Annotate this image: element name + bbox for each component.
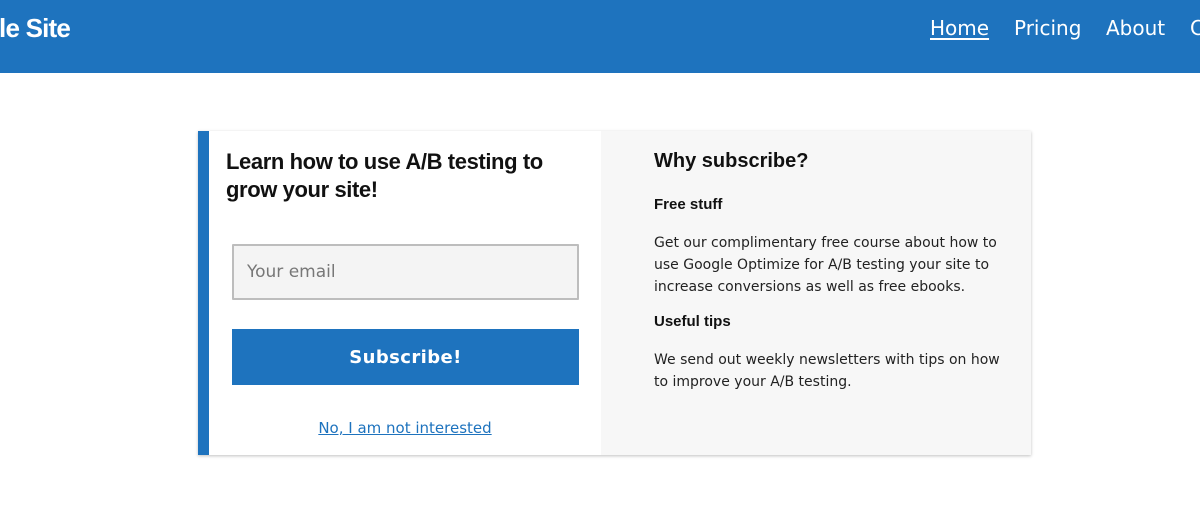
decline-link[interactable]: No, I am not interested xyxy=(209,419,601,437)
benefit-text-free-stuff: Get our complimentary free course about … xyxy=(654,235,997,295)
newsletter-signup-card: Learn how to use A/B testing to grow you… xyxy=(198,131,1031,455)
nav-link-contact[interactable]: C xyxy=(1190,0,1200,57)
site-title[interactable]: ample Site xyxy=(0,10,71,46)
site-header: ample Site Home Pricing About C xyxy=(0,0,1200,73)
signup-form-panel: Learn how to use A/B testing to grow you… xyxy=(209,131,601,455)
benefits-panel: Why subscribe? Free stuff Get our compli… xyxy=(601,131,1031,455)
card-accent-bar xyxy=(198,131,209,455)
nav-link-home[interactable]: Home xyxy=(930,0,989,57)
benefit-text-useful-tips: We send out weekly newsletters with tips… xyxy=(654,352,1000,390)
benefit-heading-free-stuff: Free stuff xyxy=(654,196,723,213)
benefits-title: Why subscribe? xyxy=(654,150,809,172)
nav-link-about[interactable]: About xyxy=(1106,0,1165,57)
subscribe-button[interactable]: Subscribe! xyxy=(232,329,579,385)
signup-headline: Learn how to use A/B testing to grow you… xyxy=(226,149,543,202)
nav-link-pricing[interactable]: Pricing xyxy=(1014,0,1081,57)
email-input[interactable] xyxy=(232,244,579,300)
benefit-heading-useful-tips: Useful tips xyxy=(654,313,731,330)
